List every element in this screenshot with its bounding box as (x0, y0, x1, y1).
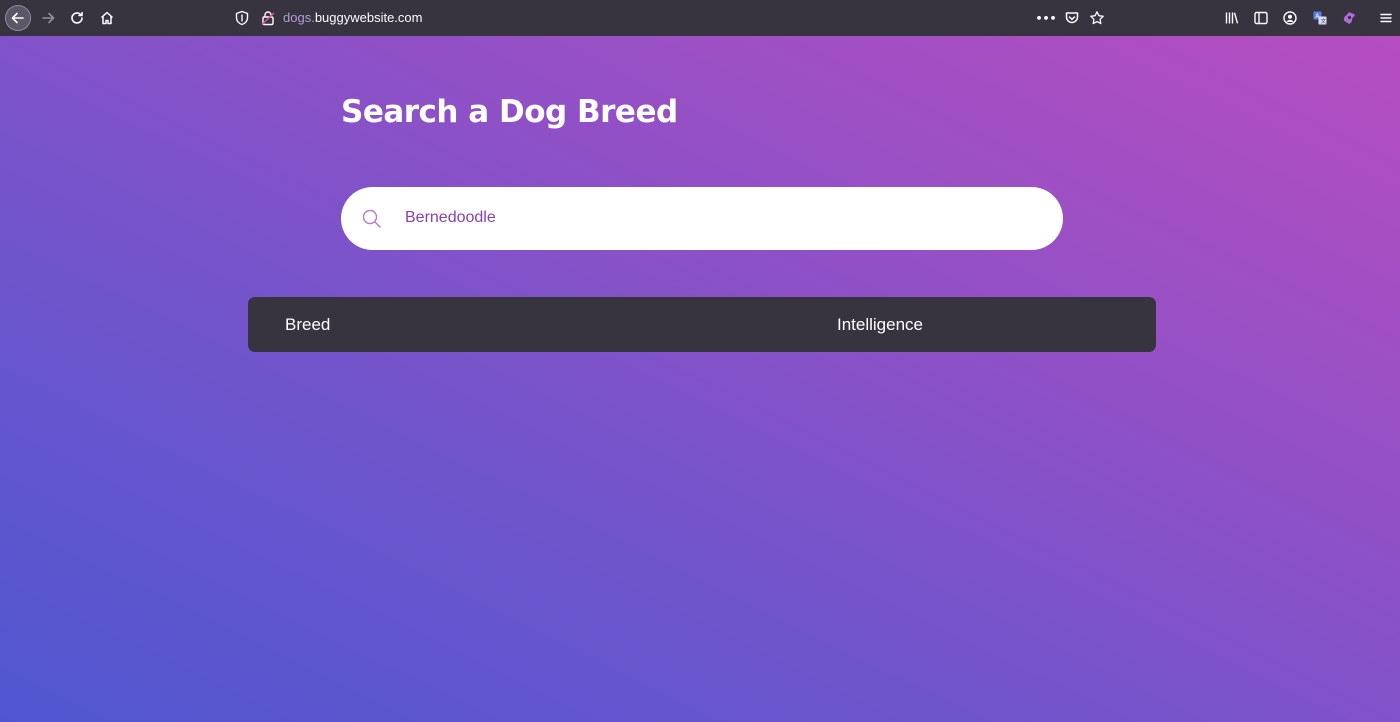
sidebar-button[interactable] (1247, 4, 1275, 32)
account-button[interactable] (1276, 4, 1304, 32)
url-domain: buggywebsite.com (314, 10, 423, 25)
app-menu-button[interactable] (1372, 4, 1400, 32)
forward-button[interactable] (34, 4, 62, 32)
pocket-button[interactable] (1058, 4, 1086, 32)
results-table-header: Breed Intelligence (248, 297, 1156, 352)
translate-extension-button[interactable]: A文 (1306, 4, 1334, 32)
extension-icon (1343, 12, 1355, 24)
library-icon (1225, 12, 1239, 24)
back-arrow-icon (5, 5, 31, 31)
pocket-icon (1065, 12, 1079, 24)
url-bar[interactable]: dogs.buggywebsite.com (283, 10, 422, 26)
search-input[interactable] (405, 197, 1025, 239)
home-button[interactable] (93, 4, 121, 32)
browser-toolbar: dogs.buggywebsite.com ••• A文 (0, 0, 1400, 36)
hamburger-icon (1380, 13, 1392, 23)
back-button[interactable] (4, 4, 32, 32)
search-bar[interactable] (341, 187, 1063, 250)
library-button[interactable] (1218, 4, 1246, 32)
page-content: Search a Dog Breed Breed Intelligence (0, 36, 1400, 722)
page-actions-button[interactable]: ••• (1032, 4, 1060, 32)
bookmark-button[interactable] (1083, 4, 1111, 32)
account-icon (1283, 11, 1297, 25)
search-icon (362, 209, 381, 228)
extension-button[interactable] (1335, 4, 1363, 32)
svg-text:文: 文 (1321, 17, 1327, 25)
page-title: Search a Dog Breed (341, 94, 678, 130)
star-icon (1090, 11, 1104, 25)
column-header-intelligence: Intelligence (837, 315, 924, 334)
sidebar-icon (1254, 11, 1268, 25)
forward-arrow-icon (42, 12, 55, 24)
column-header-breed: Breed (285, 315, 331, 334)
tracking-shield-icon[interactable] (234, 10, 250, 26)
reload-icon (71, 11, 83, 24)
home-icon (100, 11, 114, 25)
more-icon: ••• (1035, 11, 1057, 25)
translate-icon: A文 (1313, 11, 1327, 25)
url-subdomain: dogs. (283, 10, 315, 25)
lock-icon[interactable] (260, 10, 276, 26)
reload-button[interactable] (63, 4, 91, 32)
